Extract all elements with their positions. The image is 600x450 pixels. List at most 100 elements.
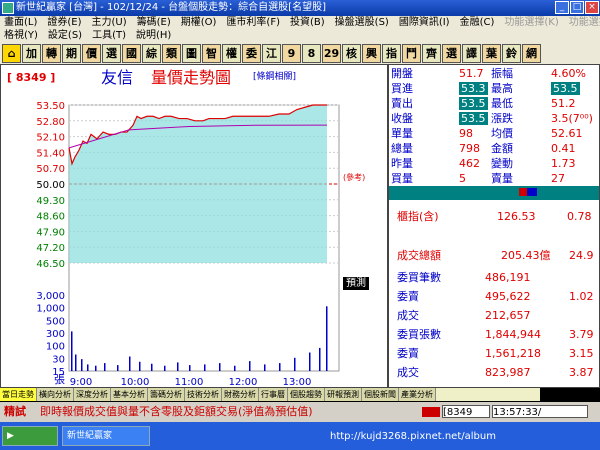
signal-icon: [422, 407, 440, 417]
tab-2[interactable]: 深度分析: [74, 388, 111, 401]
toolbar-button[interactable]: 網: [522, 43, 541, 63]
window-title: 新世紀贏家 [台灣] - 102/12/24 - 台盤個股走勢：綜合自選股[名望…: [16, 2, 326, 13]
tab-9[interactable]: 研報預測: [325, 388, 362, 401]
volume-bar: [87, 364, 89, 371]
app-icon: [2, 2, 14, 14]
volume-bar: [189, 365, 191, 371]
menu-item[interactable]: 匯市利率(F): [226, 16, 280, 29]
volume-bar: [279, 363, 281, 371]
toolbar-button[interactable]: 興: [362, 43, 381, 63]
code-input[interactable]: [8349: [442, 405, 490, 418]
quote-value: 53.5: [459, 97, 488, 110]
menu-item[interactable]: 工具(T): [92, 29, 126, 42]
taskbar-window[interactable]: 新世紀贏家: [62, 426, 150, 446]
volume-tick-label: 3,000: [36, 291, 65, 302]
order-value: 486,191: [485, 271, 531, 284]
start-button[interactable]: ▶: [2, 426, 58, 446]
toolbar-button[interactable]: 核: [342, 43, 361, 63]
toolbar-button[interactable]: 轉: [42, 43, 61, 63]
menu-item[interactable]: 操盤選股(S): [335, 16, 389, 29]
tab-6[interactable]: 財務分析: [222, 388, 259, 401]
menu-item[interactable]: 功能選擇(K): [504, 16, 558, 29]
toolbar-button[interactable]: 指: [382, 43, 401, 63]
toolbar-button[interactable]: 9: [282, 43, 301, 63]
tab-8[interactable]: 個股趨勢: [288, 388, 325, 401]
toolbar-button[interactable]: 葉: [482, 43, 501, 63]
bid-ask-bar: [389, 186, 599, 200]
minimize-button[interactable]: _: [555, 1, 569, 14]
index-label: 櫃指(含): [397, 210, 439, 223]
toolbar-button[interactable]: 8: [302, 43, 321, 63]
toolbar-button[interactable]: 齊: [422, 43, 441, 63]
menu-item[interactable]: 籌碼(E): [137, 16, 171, 29]
quote-value: 98: [459, 127, 473, 140]
quote-label-2: 振幅: [491, 67, 513, 80]
toolbar-button[interactable]: 類: [162, 43, 181, 63]
quote-value: 53.3: [459, 82, 488, 95]
y-tick-label: 50.70: [36, 164, 65, 175]
volume-bar: [204, 364, 206, 371]
volume-bar: [319, 347, 321, 371]
tab-0[interactable]: 當日走勢: [0, 388, 37, 401]
order-value: 1,844,944: [485, 328, 541, 341]
maximize-button[interactable]: □: [570, 1, 584, 14]
forecast-button[interactable]: 預測: [343, 277, 369, 290]
toolbar-button[interactable]: 期: [62, 43, 81, 63]
toolbar-button[interactable]: 鈴: [502, 43, 521, 63]
tab-10[interactable]: 個股新聞: [362, 388, 399, 401]
toolbar-button[interactable]: 委: [242, 43, 261, 63]
status-bar: 精試 即時報價成交值與量不含零股及鉅額交易(淨值為預估值) [8349 13:5…: [0, 402, 600, 422]
menu-item[interactable]: 證券(E): [47, 16, 81, 29]
menu-item[interactable]: 主力(U): [92, 16, 127, 29]
volume-bar: [117, 365, 119, 371]
status-message: 即時報價成交值與量不含零股及鉅額交易(淨值為預估值): [40, 405, 313, 418]
reference-label: (參考): [343, 172, 365, 182]
price-volume-chart: 53.50 52.80 52.10 51.40 50.70 50.00 49.30 48.60…: [36, 101, 365, 387]
toolbar-button[interactable]: 價: [82, 43, 101, 63]
menu-item[interactable]: 畫面(L): [4, 16, 37, 29]
x-tick-label: 12:00: [229, 377, 258, 387]
toolbar-button[interactable]: 江: [262, 43, 281, 63]
home-icon[interactable]: ⌂: [2, 43, 21, 63]
toolbar-button[interactable]: 權: [222, 43, 241, 63]
y-tick-label: 52.80: [36, 117, 65, 128]
toolbar-button[interactable]: 選: [442, 43, 461, 63]
analysis-tabs: 當日走勢 橫向分析 深度分析 基本分析 籌碼分析 技術分析 財務分析 行事曆 個股趨勢 研報預測個…: [0, 388, 540, 401]
quote-label-2: 漲跌: [491, 112, 513, 125]
turnover-label: 成交總額: [397, 249, 441, 262]
toolbar-button[interactable]: 加: [22, 43, 41, 63]
tab-5[interactable]: 技術分析: [185, 388, 222, 401]
volume-bar: [309, 352, 311, 371]
tab-7[interactable]: 行事曆: [259, 388, 288, 401]
y-tick-label: 49.30: [36, 196, 65, 207]
toolbar-button[interactable]: 譯: [462, 43, 481, 63]
menu-item[interactable]: 國際資訊(I): [399, 16, 450, 29]
menu-item[interactable]: 格視(Y): [4, 29, 38, 42]
menu-item[interactable]: 期權(O): [181, 16, 217, 29]
quote-label-2: 均價: [491, 127, 513, 140]
index-change: 0.78: [567, 210, 592, 223]
toolbar-button[interactable]: 選: [102, 43, 121, 63]
quote-value-2: 3.5(7⁰⁰): [551, 112, 593, 125]
volume-bar: [81, 359, 83, 371]
toolbar-button[interactable]: 29: [322, 43, 341, 63]
y-tick-label: 47.20: [36, 243, 65, 254]
menu-item[interactable]: 設定(S): [48, 29, 82, 42]
menu-item[interactable]: 投資(B): [290, 16, 325, 29]
toolbar-button[interactable]: 國: [122, 43, 141, 63]
menu-item[interactable]: 說明(H): [136, 29, 171, 42]
menu-item[interactable]: 功能選擇(K): [569, 16, 600, 29]
close-button[interactable]: ×: [585, 1, 599, 14]
quote-value-2: 53.5: [551, 82, 580, 95]
toolbar-button[interactable]: 圖: [182, 43, 201, 63]
toolbar-button[interactable]: 智: [202, 43, 221, 63]
toolbar-button[interactable]: 鬥: [402, 43, 421, 63]
menu-bar: 畫面(L) 證券(E) 主力(U) 籌碼(E) 期權(O) 匯市利率(F) 投資(B) 操盤選…: [0, 16, 600, 42]
tab-4[interactable]: 籌碼分析: [148, 388, 185, 401]
tab-3[interactable]: 基本分析: [111, 388, 148, 401]
menu-item[interactable]: 金融(C): [460, 16, 495, 29]
order-label: 成交: [397, 309, 419, 322]
tab-1[interactable]: 橫向分析: [37, 388, 74, 401]
tab-11[interactable]: 產業分析: [399, 388, 436, 401]
toolbar-button[interactable]: 綜: [142, 43, 161, 63]
